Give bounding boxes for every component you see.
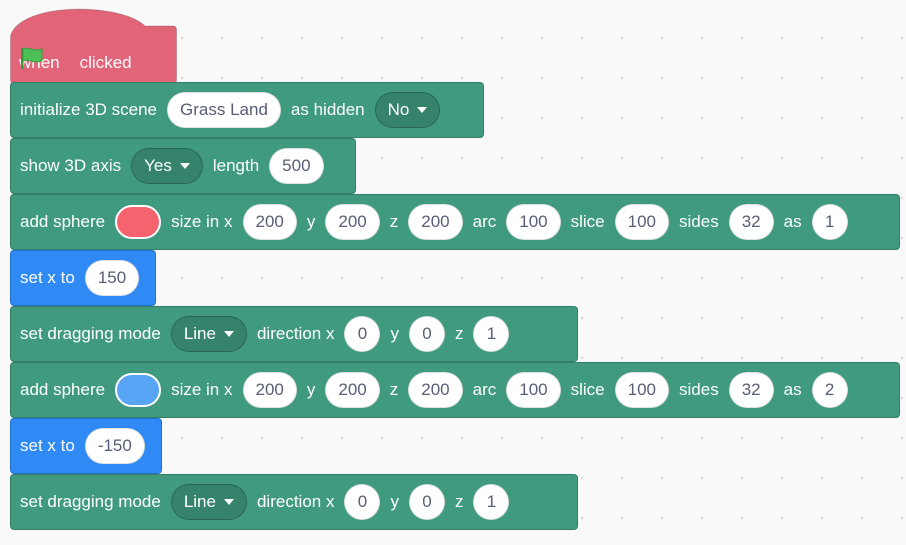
y-label: y (390, 492, 399, 511)
dropdown-caret-icon (179, 163, 190, 169)
block-label: show 3D axis (20, 156, 122, 175)
block-label: set dragging mode (20, 492, 161, 511)
arc-label: arc (472, 380, 497, 399)
set-dragging-mode-block[interactable]: set dragging mode Line direction x 0 y 0… (10, 474, 578, 530)
hidden-value: No (387, 100, 410, 119)
add-sphere-block[interactable]: add sphere size in x 200 y 200 z 200 arc… (10, 194, 900, 250)
mode-value: Line (183, 492, 216, 511)
sides-input[interactable]: 32 (728, 372, 774, 408)
when-flag-clicked-block[interactable]: when clicked (10, 8, 177, 84)
arc-input[interactable]: 100 (506, 372, 561, 408)
as-label: as (783, 380, 802, 399)
direction-x-input[interactable]: 0 (344, 316, 381, 352)
block-label: set x to (20, 268, 75, 287)
x-input[interactable]: 200 (242, 372, 297, 408)
as-label: as (783, 212, 802, 231)
set-x-block[interactable]: set x to 150 (10, 250, 156, 306)
z-label: z (389, 212, 399, 231)
block-label: initialize 3D scene (20, 100, 158, 119)
direction-x-label: direction x (256, 324, 335, 343)
y-input[interactable]: 200 (325, 372, 380, 408)
block-label: add sphere (20, 380, 106, 399)
length-label: length (212, 156, 260, 175)
slice-label: slice (570, 212, 605, 231)
length-input[interactable]: 500 (269, 148, 324, 184)
slice-input[interactable]: 100 (614, 204, 670, 240)
set-x-block[interactable]: set x to -150 (10, 418, 162, 474)
y-label: y (306, 212, 316, 231)
slice-label: slice (570, 380, 605, 399)
z-label: z (454, 492, 464, 511)
scene-input[interactable]: Grass Land (167, 92, 281, 128)
arc-label: arc (472, 212, 497, 231)
size-label: size in x (171, 380, 233, 399)
sides-label: sides (679, 212, 719, 231)
z-input[interactable]: 200 (408, 372, 463, 408)
slice-input[interactable]: 100 (614, 372, 670, 408)
sides-label: sides (679, 380, 719, 399)
y-label: y (306, 380, 316, 399)
hidden-dropdown[interactable]: No (374, 92, 441, 128)
add-sphere-block[interactable]: add sphere size in x 200 y 200 z 200 arc… (10, 362, 900, 418)
block-label: add sphere (20, 212, 106, 231)
color-picker[interactable] (115, 205, 162, 239)
direction-z-input[interactable]: 1 (473, 316, 510, 352)
x-value-input[interactable]: 150 (84, 260, 140, 296)
x-input[interactable]: 200 (242, 204, 297, 240)
direction-x-input[interactable]: 0 (344, 484, 381, 520)
mode-dropdown[interactable]: Line (170, 484, 247, 520)
dropdown-caret-icon (417, 107, 428, 113)
clicked-label: clicked (79, 53, 132, 72)
color-picker[interactable] (115, 373, 162, 407)
y-label: y (390, 324, 399, 343)
sides-input[interactable]: 32 (728, 204, 774, 240)
initialize-3d-scene-block[interactable]: initialize 3D scene Grass Land as hidden… (10, 82, 484, 138)
as-input[interactable]: 1 (811, 204, 848, 240)
direction-z-input[interactable]: 1 (473, 484, 510, 520)
direction-x-label: direction x (256, 492, 335, 511)
direction-y-input[interactable]: 0 (408, 484, 445, 520)
axis-value: Yes (144, 156, 172, 175)
show-3d-axis-block[interactable]: show 3D axis Yes length 500 (10, 138, 356, 194)
as-hidden-label: as hidden (290, 100, 365, 119)
mode-dropdown[interactable]: Line (170, 316, 247, 352)
arc-input[interactable]: 100 (506, 204, 561, 240)
z-label: z (454, 324, 464, 343)
as-input[interactable]: 2 (811, 372, 848, 408)
set-dragging-mode-block[interactable]: set dragging mode Line direction x 0 y 0… (10, 306, 578, 362)
block-label: set dragging mode (20, 324, 161, 343)
size-label: size in x (171, 212, 233, 231)
dropdown-caret-icon (223, 499, 234, 505)
z-input[interactable]: 200 (408, 204, 463, 240)
block-label: set x to (20, 436, 75, 455)
dropdown-caret-icon (223, 331, 234, 337)
mode-value: Line (183, 324, 216, 343)
direction-y-input[interactable]: 0 (408, 316, 445, 352)
y-input[interactable]: 200 (325, 204, 380, 240)
axis-dropdown[interactable]: Yes (131, 148, 203, 184)
z-label: z (389, 380, 399, 399)
x-value-input[interactable]: -150 (84, 428, 145, 464)
